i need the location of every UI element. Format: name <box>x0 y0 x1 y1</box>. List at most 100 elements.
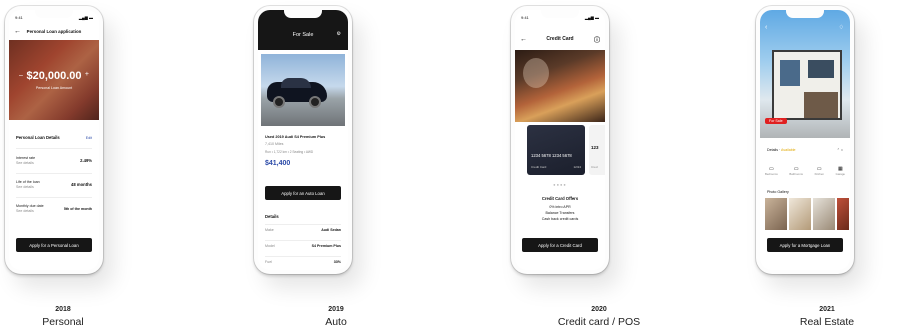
back-arrow-icon[interactable]: ‹ <box>765 24 767 31</box>
caption-year: 2019 <box>328 306 344 313</box>
hero-image: $20,000.00 – + Personal Loan Amount <box>9 40 99 120</box>
caption-personal: 2018 Personal <box>0 306 163 328</box>
phone-frame: 9:41 ▂▄▆ ▬ ← Personal Loan application $… <box>5 6 103 274</box>
wheel <box>309 96 321 108</box>
back-arrow-icon[interactable]: ← <box>14 28 21 35</box>
share-icon[interactable]: ⚙ <box>337 31 341 37</box>
details-heading: Personal Loan Details <box>16 135 60 140</box>
amenities-row: ▭ Bedrooms ▭ Bathrooms ▭ Kitchen ▦ Garag… <box>765 166 845 177</box>
phone-credit-card: 9:41 ▂▄▆ ▬ ← Credit Card ⓘ 1234 5678 123… <box>511 6 671 334</box>
next-card-peek[interactable]: 123 Cred <box>589 125 605 175</box>
phone-frame: For Sale ⚙ Used 2019 Audi S4 Premium Plu… <box>254 6 352 274</box>
detail-row[interactable]: Monthly due date See details 5th of the … <box>16 204 92 214</box>
caption-label: Auto <box>325 316 347 328</box>
photo-gallery[interactable] <box>765 198 850 230</box>
caption-label: Personal <box>42 316 84 328</box>
apply-personal-loan-button[interactable]: Apply for a Personal Loan <box>16 238 92 252</box>
signal-icon: ▂▄▆ ▬ <box>78 15 93 20</box>
price-label-text: Details <box>767 148 778 152</box>
bell-icon[interactable]: ♢ <box>839 24 844 31</box>
amenity: ▦ Garage <box>836 166 845 177</box>
car-price: $41,400 <box>265 160 291 167</box>
caption-year: 2021 <box>819 306 835 313</box>
edit-link[interactable]: Edit <box>86 136 92 141</box>
decrease-amount-icon[interactable]: – <box>19 72 23 79</box>
signal-icon: ▂▄▆ ▬ <box>584 15 599 20</box>
car-meta: Run • 1,722 km • 2 Seating • AWD <box>265 150 314 154</box>
back-arrow-icon[interactable]: ← <box>520 36 527 43</box>
divider <box>16 197 92 198</box>
hero-overlay <box>523 58 549 88</box>
detail-row[interactable]: Life of the loan See details 48 months <box>16 180 92 190</box>
amenity: ▭ Bathrooms <box>789 166 803 177</box>
phone-notch <box>541 10 579 18</box>
caption-year: 2020 <box>591 306 607 313</box>
screen-title: For Sale <box>292 32 314 38</box>
caption-label: Credit card / POS <box>557 316 641 328</box>
card-expiry: 12/24 <box>573 165 581 169</box>
carousel-dots: ●●●● <box>553 182 567 187</box>
details-header: Personal Loan Details Edit <box>16 135 92 141</box>
app-bar: ← Credit Card ⓘ <box>515 32 605 46</box>
details-heading: Details <box>265 214 279 219</box>
card-label: Credit Card <box>531 165 547 169</box>
divider <box>265 256 341 257</box>
caption-credit-card: 2020 Credit card / POS <box>499 306 699 328</box>
phone-frame: 9:41 ▂▄▆ ▬ ← Credit Card ⓘ 1234 5678 123… <box>511 6 609 274</box>
house-photo: For Sale ‹ ♢ <box>760 10 850 138</box>
info-icon[interactable]: ⓘ <box>594 35 600 44</box>
apply-credit-card-button[interactable]: Apply for a Credit Card <box>522 238 598 252</box>
amenity-label: Kitchen <box>814 172 824 176</box>
gallery-label: Photo Gallery <box>767 190 789 194</box>
phone-screen: For Sale ‹ ♢ Details · Available ⌃ ○ ▭ B… <box>760 10 850 270</box>
phone-screen: 9:41 ▂▄▆ ▬ ← Credit Card ⓘ 1234 5678 123… <box>515 10 605 270</box>
phone-notch <box>284 10 322 18</box>
detail-label: Make <box>265 228 274 232</box>
apply-auto-loan-button[interactable]: Apply for an Auto Loan <box>265 186 341 200</box>
phone-real-estate: For Sale ‹ ♢ Details · Available ⌃ ○ ▭ B… <box>756 6 916 334</box>
phone-screen: For Sale ⚙ Used 2019 Audi S4 Premium Plu… <box>258 10 348 270</box>
price-row: Details · Available ⌃ ○ <box>767 148 843 153</box>
car-name: Used 2019 Audi S4 Premium Plus <box>265 135 326 139</box>
availability-text: Available <box>781 148 796 152</box>
detail-sub: See details <box>16 209 34 213</box>
heart-icon[interactable]: ⌃ ○ <box>837 148 843 153</box>
house-window <box>808 60 834 78</box>
gallery-photo[interactable] <box>765 198 787 230</box>
detail-value: S4 Premium Plus <box>311 244 341 248</box>
amenity-label: Bathrooms <box>789 172 803 176</box>
amenity-label: Bedrooms <box>765 172 778 176</box>
detail-row: Make Audi Sedan <box>265 228 341 233</box>
gallery-photo[interactable] <box>837 198 849 230</box>
amenity-label: Garage <box>835 172 845 176</box>
car-photo <box>261 54 345 126</box>
increase-amount-icon[interactable]: + <box>85 71 89 78</box>
gallery-photo[interactable] <box>789 198 811 230</box>
divider <box>16 148 92 149</box>
offer-item: 0% intro APR <box>549 205 571 209</box>
detail-value: Audi Sedan <box>321 228 341 232</box>
phone-personal: 9:41 ▂▄▆ ▬ ← Personal Loan application $… <box>5 6 165 334</box>
next-card-number: 123 <box>591 145 599 150</box>
amenity: ▭ Kitchen <box>815 166 824 177</box>
gallery-photo[interactable] <box>813 198 835 230</box>
status-time: 9:41 <box>15 15 23 20</box>
car-mileage: 7,410 Miles <box>265 142 284 146</box>
next-card-label: Cred <box>591 165 598 169</box>
detail-sub: See details <box>16 161 34 165</box>
screen-title: Credit Card <box>546 36 574 42</box>
apply-mortgage-loan-button[interactable]: Apply for a Mortgage Loan <box>767 238 843 252</box>
house-window <box>780 60 800 86</box>
phone-auto: For Sale ⚙ Used 2019 Audi S4 Premium Plu… <box>254 6 414 334</box>
screen-title: Personal Loan application <box>26 28 82 34</box>
wheel <box>273 96 285 108</box>
credit-card[interactable]: 1234 5678 1234 5678 Credit Card 12/24 <box>527 125 585 175</box>
status-time: 9:41 <box>521 15 529 20</box>
amenity: ▭ Bedrooms <box>765 166 778 177</box>
sale-badge: For Sale <box>765 118 787 124</box>
detail-label: Fuel <box>265 260 272 264</box>
detail-row[interactable]: Interest rate See details 2.49% <box>16 156 92 166</box>
phone-screen: 9:41 ▂▄▆ ▬ ← Personal Loan application $… <box>9 10 99 270</box>
detail-value: 33% <box>333 260 341 264</box>
hero-image <box>515 50 605 122</box>
